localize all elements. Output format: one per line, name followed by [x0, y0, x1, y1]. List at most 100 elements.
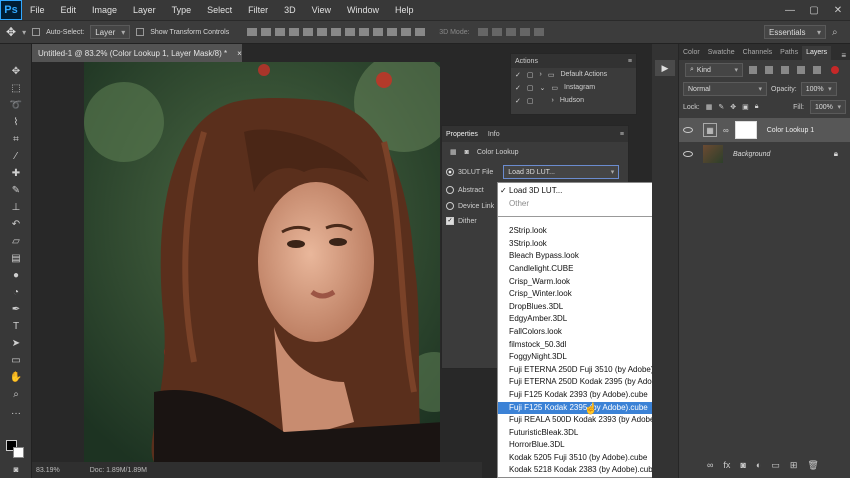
quick-mask-icon[interactable]: ◙	[7, 462, 25, 476]
brush-tool-icon[interactable]: ✎	[7, 183, 25, 197]
more-tools-icon[interactable]: ···	[7, 406, 25, 420]
filter-smart-icon[interactable]	[813, 66, 821, 74]
menu-view[interactable]: View	[304, 5, 339, 15]
blur-tool-icon[interactable]: ●	[7, 268, 25, 282]
panel-menu-icon[interactable]: ≡	[620, 131, 624, 138]
lock-all-icon[interactable]: 🔒︎	[755, 103, 759, 111]
layer-mask-thumbnail[interactable]	[734, 121, 757, 139]
healing-brush-tool-icon[interactable]: ✚	[7, 166, 25, 180]
lock-pixels-icon[interactable]: ✎	[718, 103, 724, 111]
menu-layer[interactable]: Layer	[125, 5, 164, 15]
link-icon[interactable]: ∞	[723, 126, 729, 135]
blend-mode-select[interactable]: Normal ▾	[683, 82, 767, 96]
menu-3d[interactable]: 3D	[276, 5, 304, 15]
visibility-eye-icon[interactable]	[683, 127, 693, 133]
layer-row[interactable]: Background 🔒︎	[679, 142, 850, 166]
link-layers-icon[interactable]: ∞	[707, 460, 713, 471]
maximize-icon[interactable]: ▢	[802, 0, 826, 20]
filter-type-icon[interactable]	[781, 66, 789, 74]
menu-help[interactable]: Help	[387, 5, 422, 15]
workspace-value: Essentials	[769, 27, 806, 37]
zoom-tool-icon[interactable]: ⌕	[7, 387, 25, 401]
layer-row[interactable]: ▦ ∞ Color Lookup 1	[679, 118, 850, 142]
background-color-swatch[interactable]	[13, 447, 24, 458]
visibility-eye-icon[interactable]	[683, 151, 693, 157]
tab-channels[interactable]: Channels	[739, 46, 777, 60]
lut-file-select[interactable]: Load 3D LUT... ▾	[503, 165, 620, 179]
play-action-icon[interactable]: ▶	[655, 60, 675, 76]
tab-swatches[interactable]: Swatche	[704, 46, 739, 60]
search-icon[interactable]: ⌕	[832, 27, 838, 38]
gradient-tool-icon[interactable]: ▤	[7, 251, 25, 265]
fill-input[interactable]: 100% ▾	[810, 100, 846, 114]
eraser-tool-icon[interactable]: ▱	[7, 234, 25, 248]
panel-menu-icon[interactable]: ≡	[841, 51, 846, 60]
close-icon[interactable]: ✕	[826, 0, 850, 20]
layer-kind-filter[interactable]: ⌕ Kind ▾	[685, 63, 743, 77]
new-group-icon[interactable]: ▭	[771, 460, 780, 471]
menu-select[interactable]: Select	[199, 5, 240, 15]
menu-image[interactable]: Image	[84, 5, 125, 15]
auto-select-checkbox[interactable]	[32, 28, 41, 36]
lut-file-radio[interactable]	[446, 168, 454, 176]
3d-mode-icons[interactable]	[476, 28, 546, 36]
actions-tab[interactable]: Actions	[515, 58, 538, 65]
path-selection-tool-icon[interactable]: ➤	[7, 336, 25, 350]
lock-transparent-icon[interactable]: ▦	[706, 103, 713, 111]
device-link-label: Device Link	[458, 202, 495, 210]
tab-properties[interactable]: Properties	[446, 131, 478, 138]
menu-window[interactable]: Window	[339, 5, 387, 15]
transform-controls-checkbox[interactable]	[136, 28, 145, 36]
marquee-tool-icon[interactable]: ⬚	[7, 81, 25, 95]
filter-toggle-icon[interactable]	[831, 66, 839, 74]
tab-color[interactable]: Color	[679, 46, 704, 60]
crop-tool-icon[interactable]: ⌗	[7, 132, 25, 146]
rectangle-tool-icon[interactable]: ▭	[7, 353, 25, 367]
tab-layers[interactable]: Layers	[802, 46, 832, 60]
tab-info[interactable]: Info	[488, 131, 500, 138]
new-adjustment-icon[interactable]: ◐	[756, 460, 761, 471]
lasso-tool-icon[interactable]: ➰	[7, 98, 25, 112]
hand-tool-icon[interactable]: ✋	[7, 370, 25, 384]
fill-label: Fill:	[793, 103, 804, 111]
tab-paths[interactable]: Paths	[776, 46, 802, 60]
panel-menu-icon[interactable]: ≡	[628, 58, 632, 65]
menu-filter[interactable]: Filter	[240, 5, 276, 15]
menu-edit[interactable]: Edit	[53, 5, 85, 15]
lock-position-icon[interactable]: ✥	[730, 103, 736, 111]
align-icons[interactable]	[245, 28, 427, 36]
mask-icon[interactable]: ◙	[465, 149, 469, 156]
lock-artboard-icon[interactable]: ▣	[742, 103, 749, 111]
layer-style-icon[interactable]: fx	[723, 460, 730, 471]
auto-select-dropdown[interactable]: Layer ▾	[90, 25, 131, 39]
menu-type[interactable]: Type	[164, 5, 200, 15]
opacity-input[interactable]: 100% ▾	[800, 82, 837, 96]
pen-tool-icon[interactable]: ✒	[7, 302, 25, 316]
action-set-row[interactable]: ✓ ▢ ⌄ ▭ Instagram	[511, 81, 636, 94]
filter-shape-icon[interactable]	[797, 66, 805, 74]
canvas-photo[interactable]	[84, 62, 440, 462]
delete-layer-icon[interactable]: 🗑︎	[807, 460, 818, 471]
menu-file[interactable]: File	[22, 5, 53, 15]
new-layer-icon[interactable]: ⊞	[790, 460, 798, 471]
action-row[interactable]: ✓ ▢ › Hudson	[511, 94, 636, 107]
action-set-row[interactable]: ✓ ▢ › ▭ Default Actions	[511, 68, 636, 81]
workspace-dropdown[interactable]: Essentials ▾	[764, 25, 826, 39]
filter-adjustment-icon[interactable]	[765, 66, 773, 74]
add-mask-icon[interactable]: ◙	[740, 460, 745, 471]
minimize-icon[interactable]: —	[778, 0, 802, 20]
filter-pixel-icon[interactable]	[749, 66, 757, 74]
zoom-level[interactable]: 83.19%	[36, 467, 60, 474]
close-tab-icon[interactable]: ×	[237, 49, 242, 58]
lock-fill-row: Lock: ▦ ✎ ✥ ▣ 🔒︎ Fill: 100% ▾	[679, 98, 850, 116]
type-tool-icon[interactable]: T	[7, 319, 25, 333]
move-tool-icon[interactable]: ✥	[6, 25, 16, 39]
history-brush-tool-icon[interactable]: ↶	[7, 217, 25, 231]
chevron-down-icon[interactable]: ▾	[22, 28, 26, 37]
quick-select-tool-icon[interactable]: ⌇	[7, 115, 25, 129]
dodge-tool-icon[interactable]: ◔	[7, 285, 25, 299]
document-tab[interactable]: Untitled-1 @ 83.2% (Color Lookup 1, Laye…	[32, 44, 242, 62]
move-tool-icon[interactable]: ✥	[7, 64, 25, 78]
clone-stamp-tool-icon[interactable]: ⊥	[7, 200, 25, 214]
eyedropper-tool-icon[interactable]: ⁄	[7, 149, 25, 163]
